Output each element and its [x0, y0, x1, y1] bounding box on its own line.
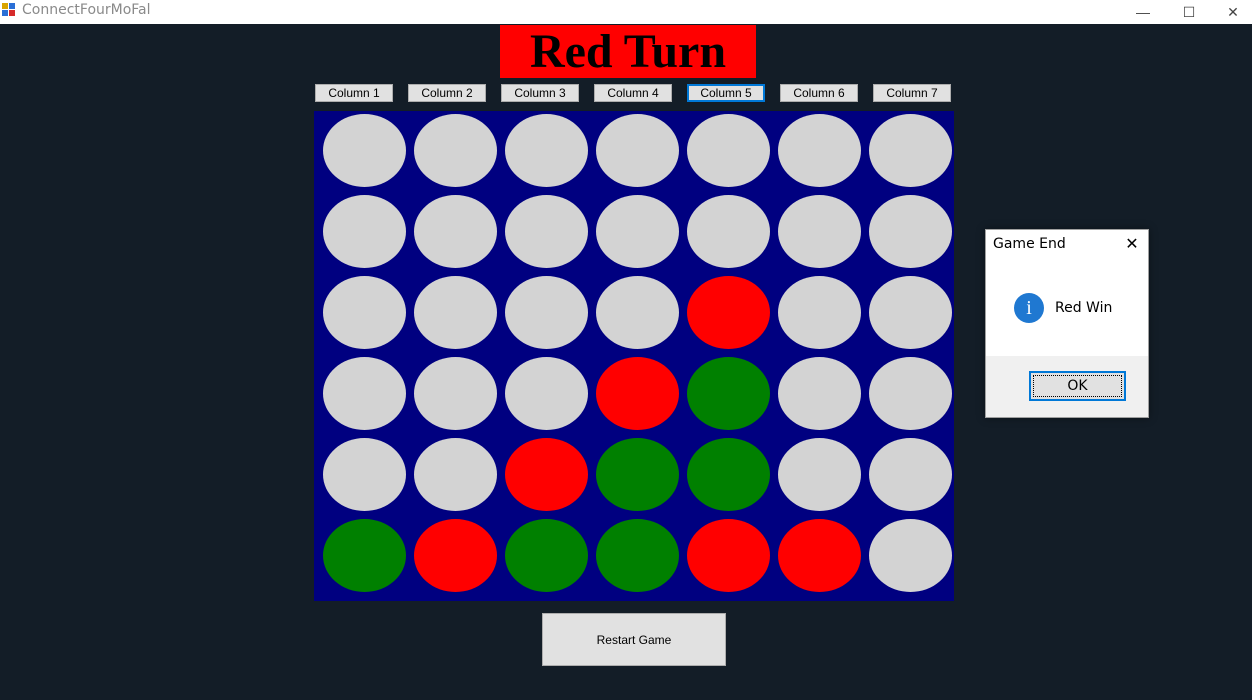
column-5-button[interactable]: Column 5: [687, 84, 765, 102]
board-cell-empty: [323, 195, 406, 268]
board-cell-empty: [414, 195, 497, 268]
column-7-button[interactable]: Column 7: [873, 84, 951, 102]
game-end-dialog: Game End ✕ i Red Win OK: [985, 229, 1149, 418]
board-cell-red: [778, 519, 861, 592]
board-cell-empty: [869, 114, 952, 187]
close-button[interactable]: ✕: [1210, 0, 1252, 24]
dialog-message: Red Win: [1055, 300, 1113, 316]
board-cell-empty: [778, 357, 861, 430]
board-cell-empty: [323, 438, 406, 511]
board-cell-empty: [323, 357, 406, 430]
board-cell-green: [596, 519, 679, 592]
column-2-button[interactable]: Column 2: [408, 84, 486, 102]
board-cell-empty: [596, 114, 679, 187]
board-cell-red: [687, 276, 770, 349]
board-cell-green: [596, 438, 679, 511]
board-cell-red: [414, 519, 497, 592]
board-cell-empty: [778, 438, 861, 511]
minimize-button[interactable]: —: [1120, 0, 1166, 24]
board-cell-empty: [414, 438, 497, 511]
restart-game-button[interactable]: Restart Game: [542, 613, 726, 666]
column-4-button[interactable]: Column 4: [594, 84, 672, 102]
window-title: ConnectFourMoFal: [22, 2, 151, 18]
board-cell-red: [687, 519, 770, 592]
board-cell-red: [505, 438, 588, 511]
column-1-button[interactable]: Column 1: [315, 84, 393, 102]
board-cell-green: [505, 519, 588, 592]
board-cell-empty: [869, 438, 952, 511]
board-cell-empty: [869, 195, 952, 268]
dialog-footer: OK: [986, 356, 1148, 417]
board-cell-empty: [687, 114, 770, 187]
ok-button[interactable]: OK: [1029, 371, 1126, 401]
board-cell-empty: [505, 195, 588, 268]
board-cell-red: [596, 357, 679, 430]
column-3-button[interactable]: Column 3: [501, 84, 579, 102]
board-cell-green: [687, 357, 770, 430]
board-cell-empty: [596, 195, 679, 268]
board-cell-empty: [869, 276, 952, 349]
dialog-close-icon[interactable]: ✕: [1120, 232, 1144, 256]
board-cell-empty: [687, 195, 770, 268]
board-cell-empty: [778, 195, 861, 268]
maximize-button[interactable]: ☐: [1166, 0, 1212, 24]
board-cell-empty: [869, 357, 952, 430]
board-cell-empty: [323, 114, 406, 187]
board-cell-green: [687, 438, 770, 511]
board-cell-empty: [596, 276, 679, 349]
title-bar: ConnectFourMoFal — ☐ ✕: [0, 0, 1252, 24]
board-cell-empty: [505, 357, 588, 430]
board-cell-empty: [869, 519, 952, 592]
game-board: [314, 111, 954, 601]
board-cell-empty: [778, 114, 861, 187]
board-cell-empty: [778, 276, 861, 349]
board-cell-empty: [505, 114, 588, 187]
board-cell-empty: [505, 276, 588, 349]
dialog-title: Game End: [993, 236, 1066, 252]
info-icon: i: [1014, 293, 1044, 323]
board-cell-empty: [414, 276, 497, 349]
board-cell-empty: [323, 276, 406, 349]
board-cell-empty: [414, 357, 497, 430]
board-cell-empty: [414, 114, 497, 187]
app-icon: [2, 3, 16, 17]
turn-indicator: Red Turn: [500, 25, 756, 78]
column-6-button[interactable]: Column 6: [780, 84, 858, 102]
board-cell-green: [323, 519, 406, 592]
